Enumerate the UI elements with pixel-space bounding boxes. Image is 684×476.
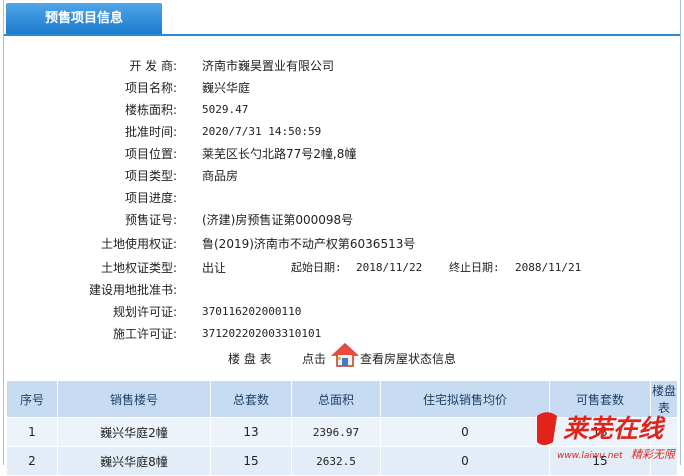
building-table-title: 楼 盘 表 <box>228 352 272 366</box>
info-value: 商品房 <box>202 169 239 183</box>
house-icon[interactable] <box>331 342 359 368</box>
info-row: 开 发 商: 济南市巍昊置业有限公司 <box>4 56 680 76</box>
info-label: 建设用地批准书: <box>88 283 177 297</box>
info-value: (济建)房预售证第000098号 <box>202 213 354 227</box>
info-value: 5029.47 <box>202 103 249 116</box>
table-cell: 2632.5 <box>291 446 381 476</box>
info-row: 建设用地批准书: <box>4 280 680 300</box>
table-cell: 2396.97 <box>291 417 381 447</box>
land-dates: 起始日期: 2018/11/22 终止日期: 2088/11/21 <box>4 258 680 278</box>
logo-url: www.laiwu.net <box>557 451 623 461</box>
view-house-status-link[interactable]: 查看房屋状态信息 <box>360 350 456 367</box>
info-row: 项目类型: 商品房 <box>4 166 680 186</box>
table-cell: 巍兴华庭8幢 <box>57 446 211 476</box>
info-value: 鲁(2019)济南市不动产权第6036513号 <box>202 237 416 251</box>
table-cell: 巍兴华庭2幢 <box>57 417 211 447</box>
info-row: 批准时间: 2020/7/31 14:50:59 <box>4 122 680 142</box>
page-frame: 预售项目信息 开 发 商: 济南市巍昊置业有限公司项目名称: 巍兴华庭楼栋面积: 50… <box>3 0 681 476</box>
table-header-cell: 总面积 <box>291 380 381 418</box>
info-row: 项目进度: <box>4 188 680 208</box>
info-label: 施工许可证: <box>112 327 177 341</box>
info-value: 2020/7/31 14:50:59 <box>202 125 322 138</box>
start-date-label: 起始日期: <box>291 261 342 274</box>
building-table-line: 楼 盘 表 点击 查看房屋状态信息 <box>4 342 680 370</box>
info-label: 批准时间: <box>124 125 177 139</box>
laiwu-online-logo: 莱芜在线 www.laiwu.net 精彩无限 <box>537 412 676 461</box>
info-value: 莱芜区长勺北路77号2幢,8幢 <box>202 147 357 161</box>
info-label: 项目进度: <box>124 191 177 205</box>
info-label: 楼栋面积: <box>124 103 177 117</box>
tab-bar: 预售项目信息 <box>4 0 680 36</box>
table-cell: 13 <box>210 417 292 447</box>
logo-name: 莱芜在线 <box>563 414 666 443</box>
info-row: 楼栋面积: 5029.47 <box>4 100 680 120</box>
click-prefix: 点击 <box>302 352 327 366</box>
info-label: 规划许可证: <box>112 305 177 319</box>
table-cell: 0 <box>380 446 550 476</box>
info-row: 规划许可证: 370116202000110 <box>4 302 680 322</box>
info-row: 土地使用权证: 鲁(2019)济南市不动产权第6036513号 <box>4 234 680 254</box>
table-cell: 2 <box>6 446 58 476</box>
info-row: 项目名称: 巍兴华庭 <box>4 78 680 98</box>
info-row: 施工许可证: 371202202003310101 <box>4 324 680 344</box>
tab-presale-info[interactable]: 预售项目信息 <box>6 3 162 34</box>
table-header-cell: 住宅拟销售均价 <box>380 380 550 418</box>
info-value: 济南市巍昊置业有限公司 <box>202 59 335 73</box>
table-cell: 15 <box>210 446 292 476</box>
info-label: 土地使用权证: <box>100 237 177 251</box>
info-label: 项目名称: <box>124 81 177 95</box>
table-header-cell: 总套数 <box>210 380 292 418</box>
info-row: 项目位置: 莱芜区长勺北路77号2幢,8幢 <box>4 144 680 164</box>
info-label: 开 发 商: <box>129 59 177 73</box>
table-cell: 0 <box>380 417 550 447</box>
info-label: 项目类型: <box>124 169 177 183</box>
info-value: 巍兴华庭 <box>202 81 251 95</box>
logo-slogan: 精彩无限 <box>631 448 676 461</box>
info-value: 370116202000110 <box>202 305 302 318</box>
start-date: 2018/11/22 <box>356 261 423 274</box>
end-date: 2088/11/21 <box>515 261 582 274</box>
info-label: 项目位置: <box>124 147 177 161</box>
table-cell: 1 <box>6 417 58 447</box>
info-label: 预售证号: <box>124 213 177 227</box>
info-value: 371202202003310101 <box>202 327 322 340</box>
table-header-cell: 序号 <box>6 380 58 418</box>
info-row: 预售证号: (济建)房预售证第000098号 <box>4 210 680 230</box>
end-date-label: 终止日期: <box>449 261 500 274</box>
table-header-cell: 销售楼号 <box>57 380 211 418</box>
